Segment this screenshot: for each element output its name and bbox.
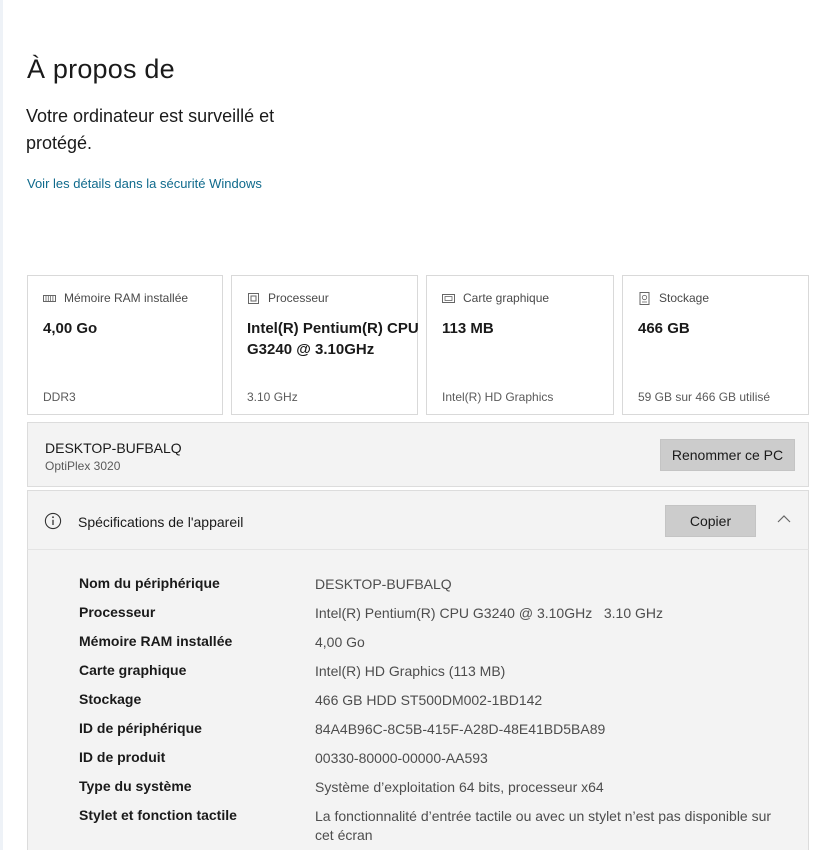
protection-status-text: Votre ordinateur est surveillé et protég… (26, 106, 275, 153)
card-graphics-sub: Intel(R) HD Graphics (442, 390, 554, 404)
memory-icon (43, 294, 56, 302)
page-title: À propos de (27, 54, 175, 84)
pc-name-bar: DESKTOP-BUFBALQ OptiPlex 3020 Renommer c… (27, 422, 809, 487)
spec-value: Intel(R) HD Graphics (113 MB) (315, 663, 506, 679)
spec-label: Stylet et fonction tactile (79, 807, 237, 823)
card-memory-label: Mémoire RAM installée (64, 291, 189, 305)
card-graphics-value: 113 MB (442, 320, 494, 337)
spec-label: Nom du périphérique (79, 575, 220, 591)
spec-value: 84A4B96C-8C5B-415F-A28D-48E41BD5BA89 (315, 721, 606, 737)
card-storage-sub: 59 GB sur 466 GB utilisé (638, 390, 771, 404)
window-left-edge (0, 0, 3, 850)
pc-name: DESKTOP-BUFBALQ (45, 440, 182, 456)
card-memory: Mémoire RAM installée 4,00 Go DDR3 (27, 275, 223, 415)
card-processor-sub: 3.10 GHz (247, 390, 298, 404)
card-processor: Processeur Intel(R) Pentium(R) CPU G3240… (231, 275, 419, 415)
spec-label: ID de produit (79, 749, 166, 765)
spec-value: La fonctionnalité d’entrée tactile ou av… (315, 808, 775, 843)
card-graphics: Carte graphique 113 MB Intel(R) HD Graph… (426, 275, 614, 415)
spec-value: Système d’exploitation 64 bits, processe… (315, 779, 604, 795)
rename-pc-button[interactable]: Renommer ce PC (660, 439, 795, 471)
spec-label: Processeur (79, 604, 156, 620)
spec-value: Intel(R) Pentium(R) CPU G3240 @ 3.10GHz … (315, 605, 663, 621)
spec-value: 4,00 Go (315, 634, 365, 650)
card-graphics-label: Carte graphique (463, 291, 550, 305)
card-processor-value: Intel(R) Pentium(R) CPU G3240 @ 3.10GHz (247, 320, 419, 358)
pc-model: OptiPlex 3020 (45, 459, 121, 473)
device-specs-header[interactable]: Spécifications de l'appareil Copier (27, 490, 809, 549)
spec-label: Stockage (79, 691, 142, 707)
spec-label: Type du système (79, 778, 192, 794)
card-memory-value: 4,00 Go (43, 320, 98, 337)
spec-value: 00330-80000-00000-AA593 (315, 750, 488, 766)
card-storage: Stockage 466 GB 59 GB sur 466 GB utilisé (622, 275, 809, 415)
card-processor-label: Processeur (268, 291, 329, 305)
hardware-cards: Mémoire RAM installée 4,00 Go DDR3 Proce… (27, 275, 809, 415)
spec-label: Carte graphique (79, 662, 187, 678)
spec-label: ID de périphérique (79, 720, 202, 736)
info-icon (44, 512, 62, 530)
security-details-link[interactable]: Voir les détails dans la sécurité Window… (27, 176, 262, 191)
card-storage-label: Stockage (659, 291, 710, 305)
spec-label: Mémoire RAM installée (79, 633, 233, 649)
card-memory-sub: DDR3 (43, 390, 76, 404)
chevron-up-icon[interactable] (776, 513, 792, 525)
copy-button[interactable]: Copier (665, 505, 756, 537)
spec-value: DESKTOP-BUFBALQ (315, 576, 452, 592)
device-specs-body: Nom du périphérique DESKTOP-BUFBALQ Proc… (27, 549, 809, 850)
processor-icon (248, 292, 259, 304)
card-storage-value: 466 GB (638, 320, 690, 337)
device-specs-title: Spécifications de l'appareil (78, 514, 244, 530)
storage-icon (639, 291, 650, 305)
spec-value: 466 GB HDD ST500DM002-1BD142 (315, 692, 543, 708)
graphics-card-icon (442, 293, 455, 303)
